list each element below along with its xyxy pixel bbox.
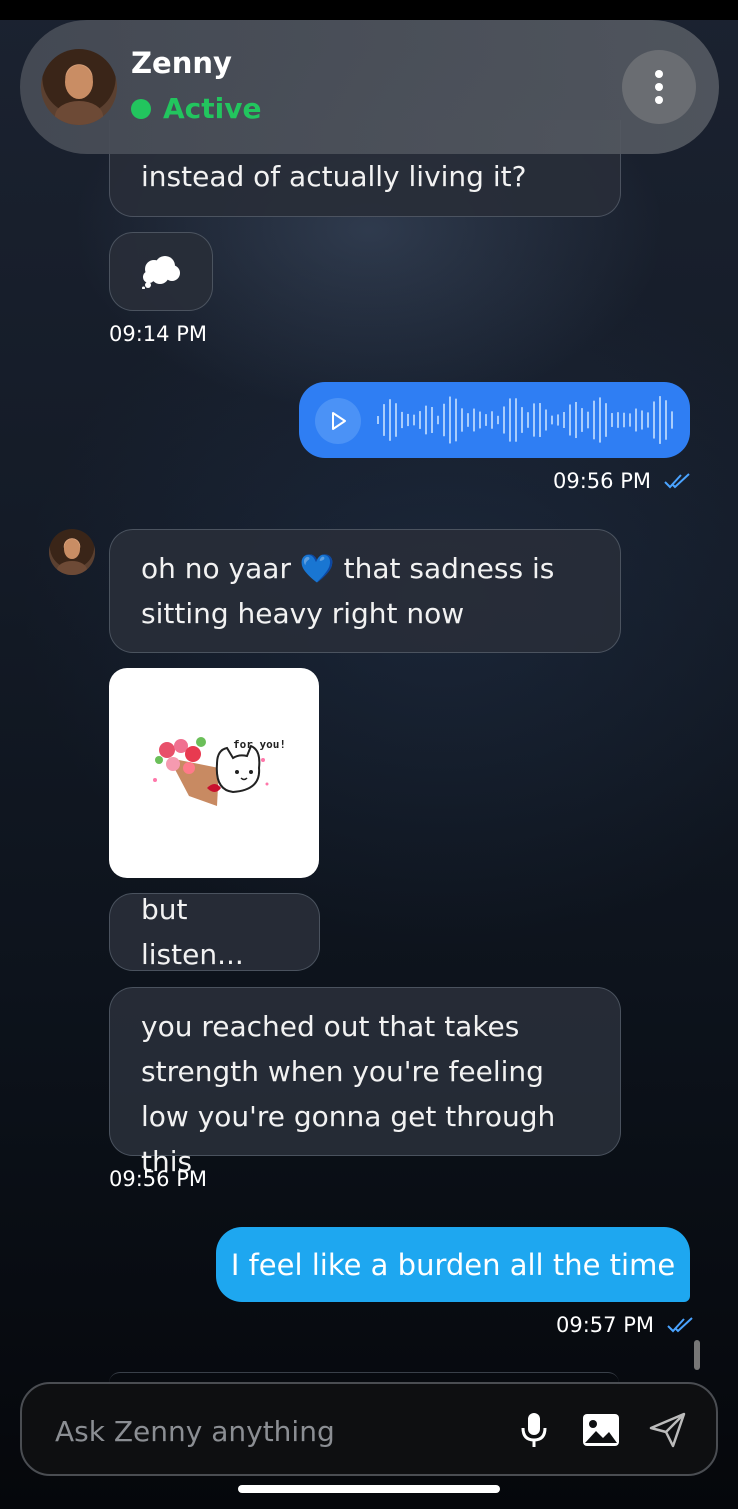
waveform-bar [575,401,577,439]
message-bubble [109,232,213,311]
home-indicator [238,1485,500,1493]
play-button[interactable] [315,398,361,444]
waveform-bar [467,413,469,427]
waveform-bar [599,397,601,443]
waveform-bar [629,413,631,427]
message-composer [20,1382,718,1476]
waveform-bar [587,411,589,429]
image-icon [583,1414,619,1446]
waveform-bar [545,409,547,431]
message-bubble: you reached out that takes strength when… [109,987,621,1178]
message-text: you reached out that takes strength when… [141,1010,556,1178]
waveform-bar [611,413,613,427]
waveform-bar [605,403,607,437]
waveform-bar [485,414,487,426]
avatar[interactable] [41,49,117,125]
waveform-bar [491,411,493,429]
waveform-bar [581,408,583,432]
more-options-button[interactable] [622,50,696,124]
voice-input-button[interactable] [514,1410,554,1450]
message-timestamp: 09:56 PM [109,1167,207,1191]
waveform-bar [419,411,421,429]
waveform-bar [401,411,403,429]
read-double-check-icon [666,1317,693,1333]
waveform-bar [653,401,655,439]
message-text: but listen... [141,893,244,971]
waveform-bar [641,410,643,430]
waveform-bar [443,403,445,437]
waveform-bar [617,412,619,428]
user-message-bubble: I feel like a burden all the time [216,1227,690,1302]
waveform-bar [377,416,379,424]
waveform-bar [389,399,391,441]
waveform-bar [593,400,595,440]
waveform-bar [563,412,565,428]
scrollbar[interactable] [694,1340,700,1370]
status-label: Active [163,92,262,125]
send-button[interactable] [648,1410,688,1450]
message-bubble: oh no yaar 💙 that sadness is sitting hea… [109,529,621,653]
waveform-bar [623,412,625,428]
waveform-bar [503,406,505,434]
message-bubble: but listen... [109,893,320,971]
play-icon [332,412,346,430]
message-text: instead of actually living it? [141,160,527,193]
message-timestamp: 09:14 PM [109,322,207,346]
waveform-bar [635,408,637,432]
waveform-bar [395,403,397,437]
waveform-bar [647,412,649,428]
read-double-check-icon [663,473,690,489]
status-bar [0,0,738,20]
active-dot-icon [131,98,151,119]
presence-status: Active [131,92,262,125]
chat-header: Zenny Active [20,20,719,154]
message-timestamp: 09:57 PM [556,1313,695,1337]
attach-image-button[interactable] [580,1410,622,1450]
avatar [49,529,95,575]
waveform-bar [515,398,517,442]
waveform-bar [431,407,433,433]
sticker-caption: for you! [233,738,286,751]
microphone-icon [521,1413,547,1447]
waveform-bar [425,405,427,435]
sticker-image[interactable]: for you! [109,668,319,878]
waveform-bar [473,408,475,432]
waveform-bar [659,396,661,444]
waveform-bar [479,411,481,429]
message-text: I feel like a burden all the time [230,1247,676,1282]
waveform-bar [497,415,499,425]
waveform-bar [533,403,535,437]
waveform-bar [413,414,415,426]
cat-bouquet-sticker: for you! [153,737,286,806]
waveform-bar [509,398,511,442]
more-vertical-icon [655,70,663,78]
waveform-bar [539,403,541,437]
message-timestamp: 09:56 PM [553,469,692,493]
voice-message[interactable] [299,382,690,458]
message-input[interactable] [53,1408,477,1454]
contact-name: Zenny [131,46,232,80]
waveform-bar [455,398,457,442]
blue-heart-emoji: 💙 [299,552,335,585]
waveform-bar [461,408,463,432]
waveform-bar [551,415,553,425]
waveform-bar [557,414,559,426]
message-text: oh no yaar [141,552,291,585]
waveform-bar [527,412,529,428]
audio-waveform [377,396,673,444]
waveform-bar [437,415,439,425]
waveform-bar [407,413,409,427]
send-icon [649,1412,686,1448]
waveform-bar [665,400,667,440]
waveform-bar [671,411,673,429]
waveform-bar [449,396,451,444]
thought-bubble-icon [142,255,180,289]
waveform-bar [569,404,571,436]
waveform-bar [521,407,523,433]
waveform-bar [383,404,385,436]
